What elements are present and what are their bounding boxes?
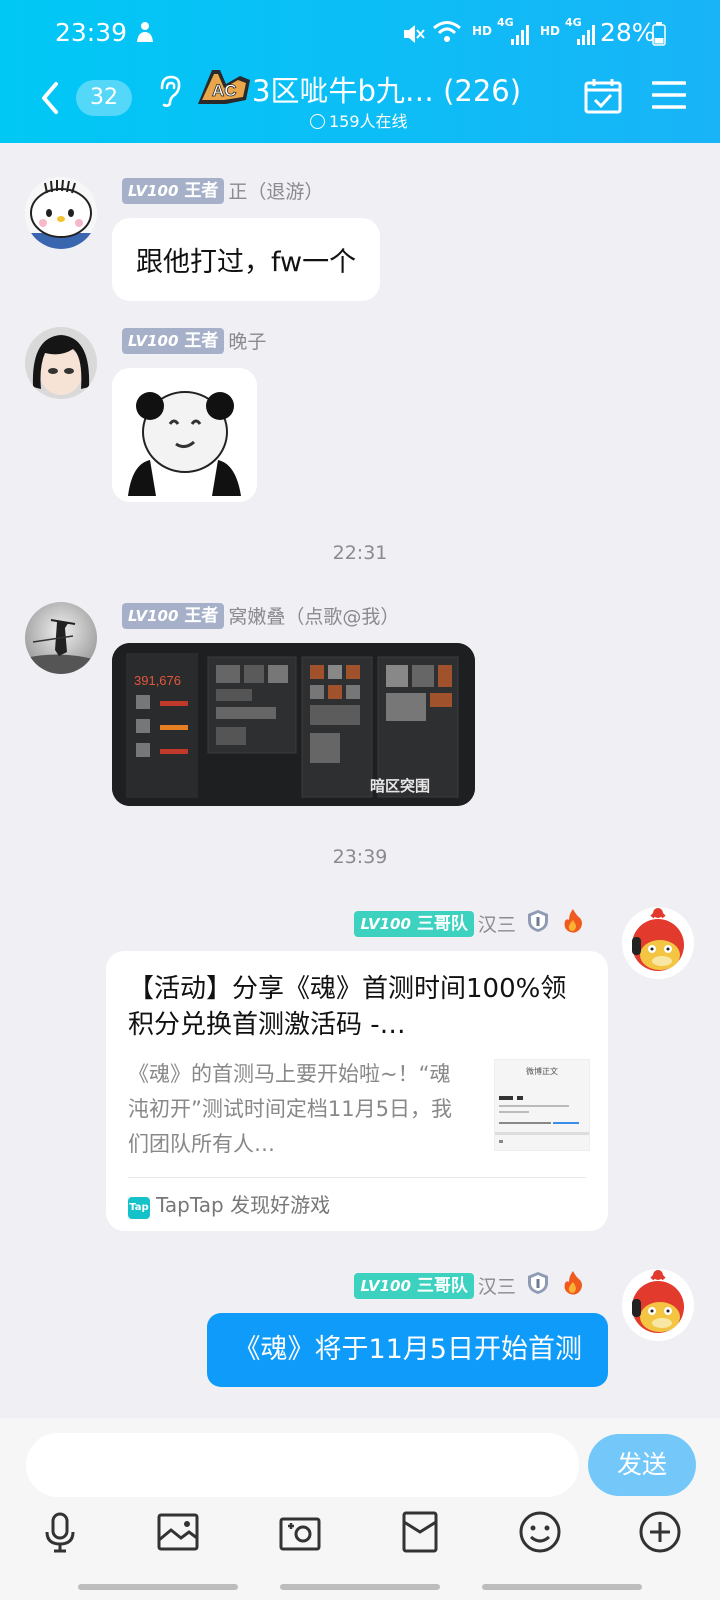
signal-icon-2 xyxy=(576,22,596,51)
hd-label-2: HD xyxy=(540,24,561,38)
level-badge: LV100 三哥队 xyxy=(354,1272,474,1299)
self-avatar[interactable] xyxy=(622,907,694,979)
ear-icon[interactable] xyxy=(156,74,184,112)
message-input[interactable] xyxy=(26,1433,579,1497)
level-badge: LV100 王者 xyxy=(122,177,225,204)
card-description: 《魂》的首测马上要开始啦~！“魂沌初开”测试时间定档11月5日，我们团队所有人… xyxy=(128,1062,452,1156)
back-button[interactable] xyxy=(36,78,66,118)
shield-icon xyxy=(526,1271,550,1300)
timestamp: 22:31 xyxy=(332,542,388,564)
fire-icon xyxy=(562,1270,584,1301)
wifi-icon xyxy=(432,20,462,50)
link-card[interactable]: 【活动】分享《魂》首测时间100%领积分兑换首测激活码 -… 《魂》的首测马上要… xyxy=(106,951,608,1231)
nav-back-bar[interactable] xyxy=(482,1584,642,1590)
red-packet-icon[interactable] xyxy=(398,1510,442,1554)
thumb-title: 微博正文 xyxy=(526,1067,558,1076)
hd-label: HD xyxy=(472,24,493,38)
message-meta: LV100 三哥队 汉三 xyxy=(354,908,584,937)
card-title: 【活动】分享《魂》首测时间100%领积分兑换首测激活码 -… xyxy=(128,974,567,1040)
group-avatar-text: AC xyxy=(212,81,237,100)
message-meta: LV100 王者 晚子 xyxy=(122,327,266,354)
screenshot-logo: 暗区突围 xyxy=(370,777,430,795)
sender-name[interactable]: 正（退游） xyxy=(228,181,323,203)
microphone-icon[interactable] xyxy=(38,1510,82,1554)
level-badge: LV100 三哥队 xyxy=(354,910,474,937)
nav-home-bar[interactable] xyxy=(280,1584,440,1590)
back-icon xyxy=(42,82,58,114)
sender-name[interactable]: 汉三 xyxy=(478,1276,516,1298)
message-bubble[interactable]: 跟他打过，fw一个 xyxy=(112,218,381,301)
shield-icon xyxy=(526,909,550,938)
sender-name[interactable]: 晚子 xyxy=(228,331,266,353)
calendar-check-icon[interactable] xyxy=(584,78,622,118)
camera-icon[interactable] xyxy=(278,1510,322,1554)
card-source: Tap TapTap 发现好游戏 xyxy=(128,1189,330,1219)
online-text: 159人在线 xyxy=(329,112,408,131)
sender-name[interactable]: 汉三 xyxy=(478,914,516,936)
avatar[interactable] xyxy=(25,602,97,674)
mute-icon xyxy=(402,22,426,51)
avatar[interactable] xyxy=(25,177,97,249)
notification-icon xyxy=(134,20,156,50)
group-title[interactable]: 3区呲牛b九… (226) xyxy=(252,68,521,110)
battery-icon xyxy=(652,22,666,52)
nav-recent-bar[interactable] xyxy=(78,1584,238,1590)
message-bubble-self[interactable]: 《魂》将于11月5日开始首测 xyxy=(207,1313,608,1387)
card-source-label: TapTap 发现好游戏 xyxy=(156,1193,331,1217)
send-button[interactable]: 发送 xyxy=(588,1434,696,1496)
card-divider xyxy=(128,1177,586,1178)
image-icon[interactable] xyxy=(156,1510,200,1554)
plus-icon[interactable] xyxy=(638,1510,682,1554)
online-status-icon xyxy=(310,114,325,129)
panda-sticker-image xyxy=(112,368,257,502)
level-badge: LV100 王者 xyxy=(122,327,225,354)
avatar[interactable] xyxy=(25,327,97,399)
taptap-logo-icon: Tap xyxy=(128,1197,150,1219)
group-avatar[interactable]: AC xyxy=(196,66,252,106)
game-screenshot-image: 391,676 暗区突围 xyxy=(112,643,475,806)
image-message[interactable]: 391,676 暗区突围 xyxy=(112,643,475,806)
input-area: 发送 xyxy=(0,1418,720,1600)
menu-icon[interactable] xyxy=(651,80,687,114)
sender-name[interactable]: 窝嫩叠（点歌@我） xyxy=(228,606,399,628)
self-avatar[interactable] xyxy=(622,1269,694,1341)
battery-percent: 28% xyxy=(600,18,656,47)
card-thumbnail: 微博正文 xyxy=(494,1059,590,1151)
level-badge: LV100 王者 xyxy=(122,602,225,629)
timestamp: 23:39 xyxy=(332,846,388,868)
message-meta: LV100 三哥队 汉三 xyxy=(354,1270,584,1299)
online-count: 159人在线 xyxy=(310,108,408,132)
message-meta: LV100 王者 正（退游） xyxy=(122,177,323,204)
signal-icon xyxy=(510,22,530,51)
chat-header: 23:39 HD 4G HD 4G 28% 32 AC 3区呲牛b九… (226… xyxy=(0,0,720,143)
status-bar: 23:39 HD 4G HD 4G 28% xyxy=(0,14,720,54)
fire-icon xyxy=(562,908,584,939)
screenshot-value: 391,676 xyxy=(134,673,181,688)
sticker-message[interactable] xyxy=(112,368,257,502)
unread-count-badge[interactable]: 32 xyxy=(76,80,132,116)
emoji-icon[interactable] xyxy=(518,1510,562,1554)
message-meta: LV100 王者 窝嫩叠（点歌@我） xyxy=(122,602,399,629)
status-time: 23:39 xyxy=(55,18,128,47)
